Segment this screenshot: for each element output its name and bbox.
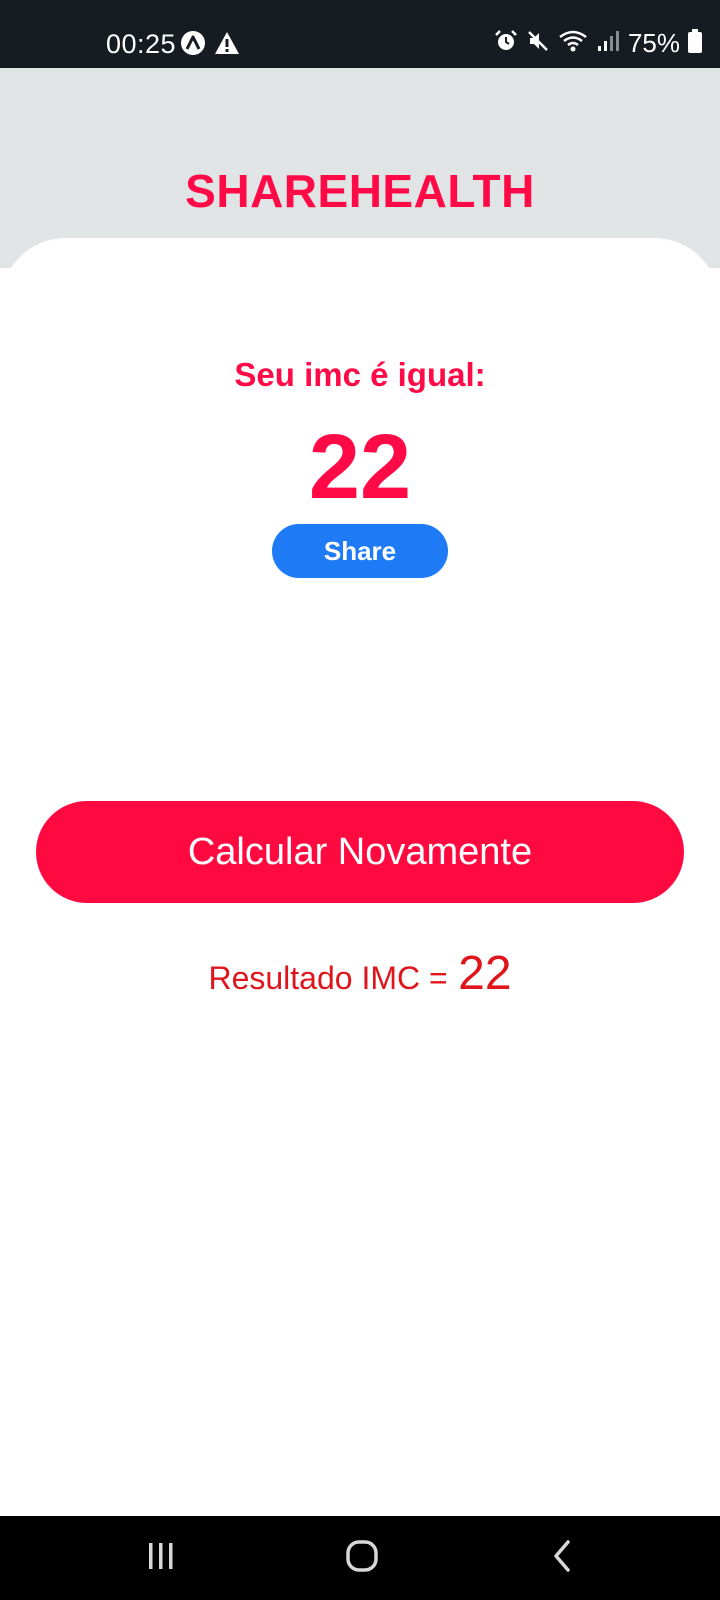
back-icon (548, 1539, 578, 1578)
wifi-icon (558, 29, 588, 58)
result-summary-value: 22 (458, 947, 512, 1000)
result-summary: Resultado IMC = 22 (0, 946, 720, 1001)
alarm-icon (494, 29, 518, 58)
share-button[interactable]: Share (272, 524, 448, 578)
battery-icon (688, 28, 702, 58)
recalculate-button[interactable]: Calcular Novamente (36, 801, 684, 903)
warning-icon (214, 30, 240, 61)
back-button[interactable] (503, 1516, 623, 1600)
home-icon (345, 1539, 379, 1578)
result-summary-label: Resultado IMC = (208, 960, 448, 996)
imc-value: 22 (308, 416, 412, 518)
status-right-icons: 75% (494, 28, 702, 58)
recent-apps-button[interactable] (101, 1516, 221, 1600)
navigation-bar (0, 1516, 720, 1600)
status-time: 00:25 (106, 29, 177, 59)
signal-icon (596, 29, 620, 58)
status-left-icons (180, 30, 240, 61)
vpn-icon (180, 30, 206, 61)
home-button[interactable] (302, 1516, 422, 1600)
battery-percent: 75% (627, 28, 680, 58)
recent-apps-icon (146, 1541, 176, 1576)
app-title: SHAREHEALTH (185, 165, 535, 217)
mute-icon (526, 29, 550, 58)
status-bar: 00:25 75% (0, 0, 720, 68)
imc-label: Seu imc é igual: (234, 356, 486, 393)
